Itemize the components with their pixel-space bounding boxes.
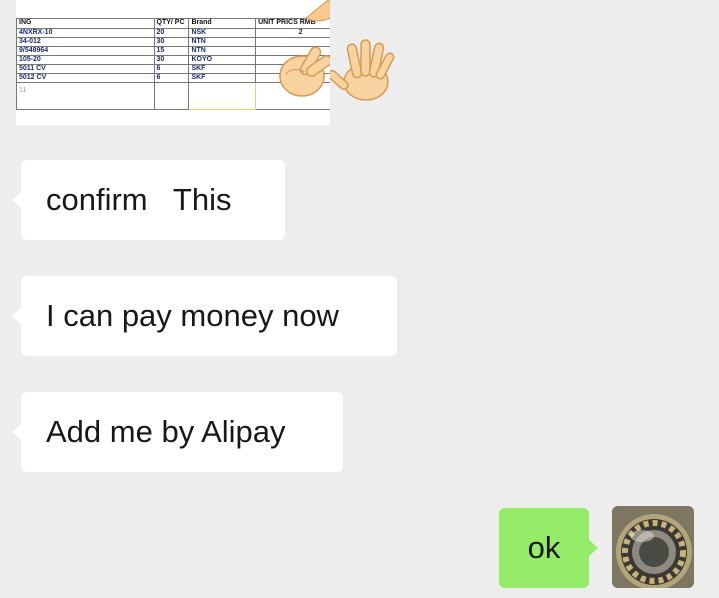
message-bubble-incoming[interactable]: I can pay money now <box>12 276 397 356</box>
cell-part: 5011 CV <box>16 64 155 74</box>
message-text: I can pay money now <box>46 298 339 333</box>
message-bubble-incoming[interactable]: Add me by Alipay <box>12 392 343 472</box>
message-bubble-outgoing[interactable]: ok <box>499 508 598 588</box>
cell-qty: 15 <box>153 46 190 56</box>
cell-part: 5012 CV <box>16 73 155 83</box>
cell-part: 105-20 <box>16 55 155 65</box>
cell-qty: 6 <box>153 73 190 83</box>
cell-qty: 30 <box>153 37 190 47</box>
cell-qty: 6 <box>153 64 190 74</box>
header-part: ING <box>16 18 155 29</box>
bearing-avatar-icon <box>612 506 694 588</box>
message-text: ok <box>527 530 561 565</box>
cell-part: 9/548964 <box>16 46 155 56</box>
image-message-spreadsheet[interactable]: ING QTY/ PC Brand UNIT PRICS RMB 4NXRX-1… <box>16 0 330 125</box>
cell-part: 4NXRX-10 <box>16 28 155 38</box>
cell-empty <box>153 82 190 110</box>
cell-qty: 30 <box>153 55 190 65</box>
header-qty: QTY/ PC <box>153 18 190 29</box>
message-bubble-incoming[interactable]: confirm This <box>12 160 285 240</box>
cell-part: 34-012 <box>16 37 155 47</box>
avatar[interactable] <box>612 506 694 588</box>
cell-note: 11 <box>16 82 155 110</box>
cell-qty: 20 <box>153 28 190 38</box>
message-text: Add me by Alipay <box>46 414 286 449</box>
hand-emoji-icon <box>279 0 330 97</box>
message-text: confirm This <box>46 182 232 217</box>
waving-hand-icon <box>330 39 395 101</box>
